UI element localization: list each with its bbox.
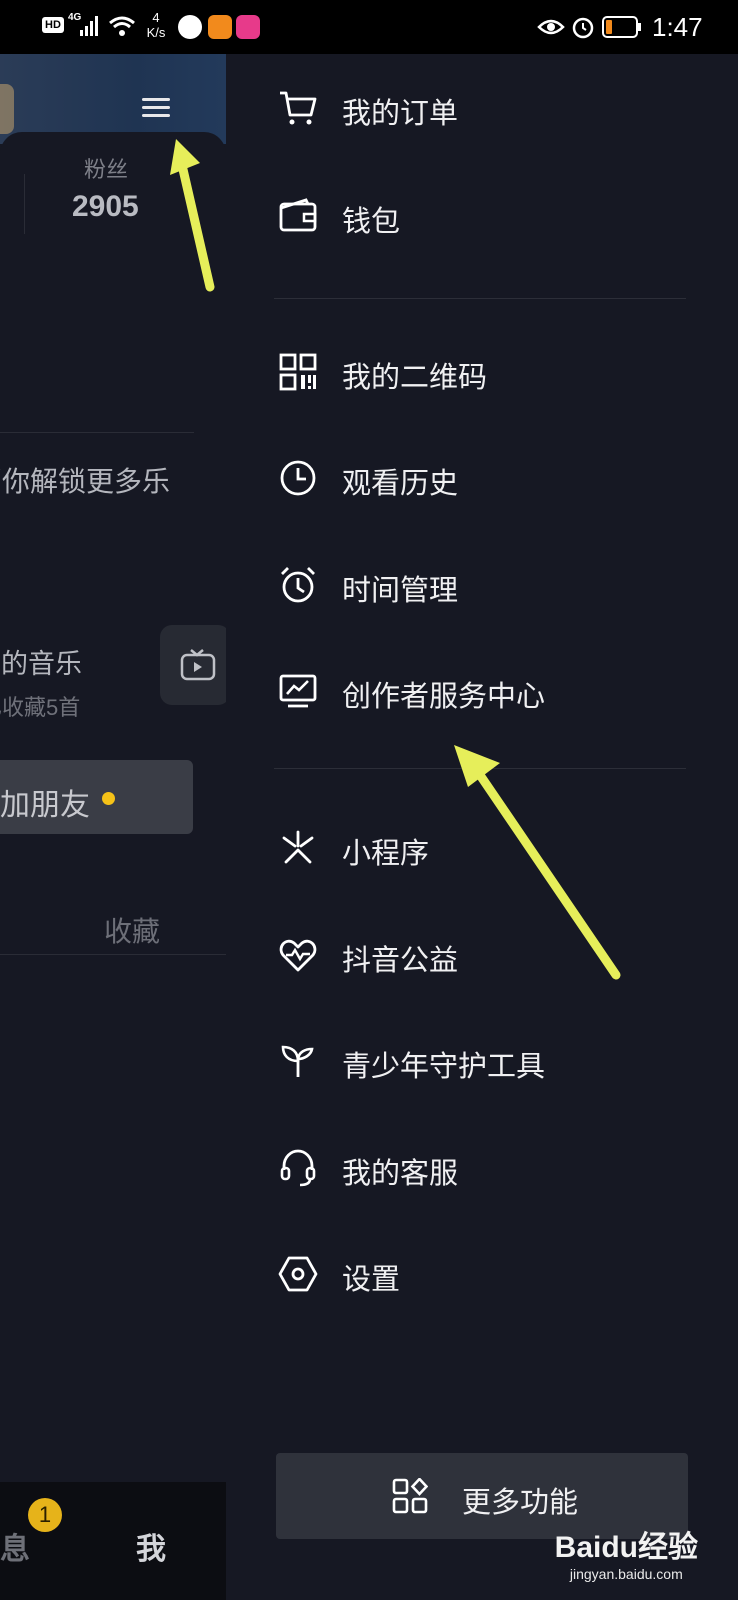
fans-count[interactable]: 2905	[72, 190, 139, 224]
menu-item-time-management[interactable]: 时间管理	[226, 537, 686, 633]
add-friend-button[interactable]: 添加朋友	[0, 760, 193, 834]
wifi-icon	[109, 16, 135, 36]
messages-badge: 1	[28, 1498, 62, 1532]
grid-apps-icon	[392, 1478, 428, 1514]
menu-divider	[274, 298, 686, 299]
baidu-watermark: Baidu经验 jingyan.baidu.com	[555, 1522, 698, 1582]
eye-icon	[537, 19, 565, 35]
net-speed-unit: K/s	[146, 25, 166, 40]
menu-label: 观看历史	[342, 468, 459, 500]
menu-item-qr-code[interactable]: 我的二维码	[226, 324, 686, 420]
menu-item-watch-history[interactable]: 观看历史	[226, 430, 686, 526]
net-speed-value: 4	[152, 10, 160, 25]
creator-chart-icon	[279, 674, 317, 708]
annotation-arrow-creator	[454, 745, 621, 980]
settings-hex-icon	[278, 1256, 318, 1292]
menu-label: 我的订单	[342, 98, 459, 130]
stats-divider	[24, 174, 25, 234]
watermark-brand: Baidu经验	[554, 1531, 698, 1564]
qr-code-icon	[279, 353, 317, 391]
cover-figure	[0, 84, 14, 134]
menu-item-creator-center[interactable]: 创作者服务中心	[226, 643, 686, 739]
hamburger-menu-icon[interactable]	[140, 94, 172, 122]
menu-label: 我的二维码	[342, 362, 488, 394]
my-music-subtitle: 已收藏5首	[0, 695, 81, 720]
shop-app-icon	[236, 15, 260, 39]
alarm-icon	[281, 567, 315, 603]
menu-item-wallet[interactable]: 钱包	[226, 168, 686, 264]
cart-icon	[280, 91, 317, 125]
alarm-status-icon	[572, 17, 594, 39]
battery-icon	[602, 16, 641, 38]
heart-charity-icon	[279, 939, 317, 972]
notification-dot	[102, 792, 115, 805]
menu-item-orders[interactable]: 我的订单	[226, 60, 686, 156]
menu-item-youth-protection[interactable]: 青少年守护工具	[226, 1013, 686, 1109]
unlock-text: 解锁更多乐	[30, 466, 171, 497]
clock-time: 1:47	[652, 12, 703, 42]
app-notification-icon	[178, 15, 202, 39]
menu-item-customer-service[interactable]: 我的客服	[226, 1120, 686, 1216]
menu-label: 设置	[342, 1264, 401, 1296]
clock-icon	[280, 460, 316, 496]
wallet-icon	[279, 198, 317, 232]
unlock-more-banner[interactable]: 帮你解锁更多乐	[0, 460, 170, 500]
nav-me[interactable]: 我	[136, 1524, 166, 1568]
hd-badge: HD	[42, 17, 64, 33]
menu-label: 时间管理	[342, 575, 459, 607]
sprout-icon	[281, 1045, 314, 1077]
nav-messages[interactable]: 消息	[0, 1524, 30, 1568]
headset-icon	[280, 1149, 316, 1187]
annotation-arrow-up	[170, 139, 215, 292]
status-bar: HD 4G 4 K/s 1:47	[0, 0, 738, 54]
tab-favorites[interactable]: 收藏	[104, 910, 160, 950]
profile-cover-image	[0, 54, 226, 144]
signal-icon	[80, 16, 98, 36]
section-divider	[0, 432, 194, 433]
tv-shortcut-button[interactable]	[160, 625, 226, 705]
menu-item-settings[interactable]: 设置	[226, 1226, 686, 1322]
add-friend-label: 添加朋友	[0, 789, 90, 822]
menu-label: 我的客服	[342, 1158, 459, 1190]
more-features-label: 更多功能	[462, 1487, 579, 1519]
watermark-url: jingyan.baidu.com	[569, 1566, 683, 1582]
fans-label: 粉丝	[84, 157, 129, 182]
menu-label: 钱包	[342, 206, 401, 238]
menu-label: 青少年守护工具	[342, 1051, 546, 1083]
menu-label: 小程序	[342, 838, 430, 870]
bottom-nav: 消息 1 我	[0, 1482, 226, 1600]
video-app-icon	[208, 15, 232, 39]
menu-label: 创作者服务中心	[342, 681, 546, 713]
my-music-title[interactable]: 我的音乐	[0, 642, 82, 681]
tabs-divider	[0, 954, 226, 955]
tv-play-icon	[180, 649, 216, 681]
mini-program-icon	[282, 830, 314, 864]
menu-label: 抖音公益	[342, 945, 459, 977]
unlock-prefix: 帮你	[0, 466, 31, 497]
